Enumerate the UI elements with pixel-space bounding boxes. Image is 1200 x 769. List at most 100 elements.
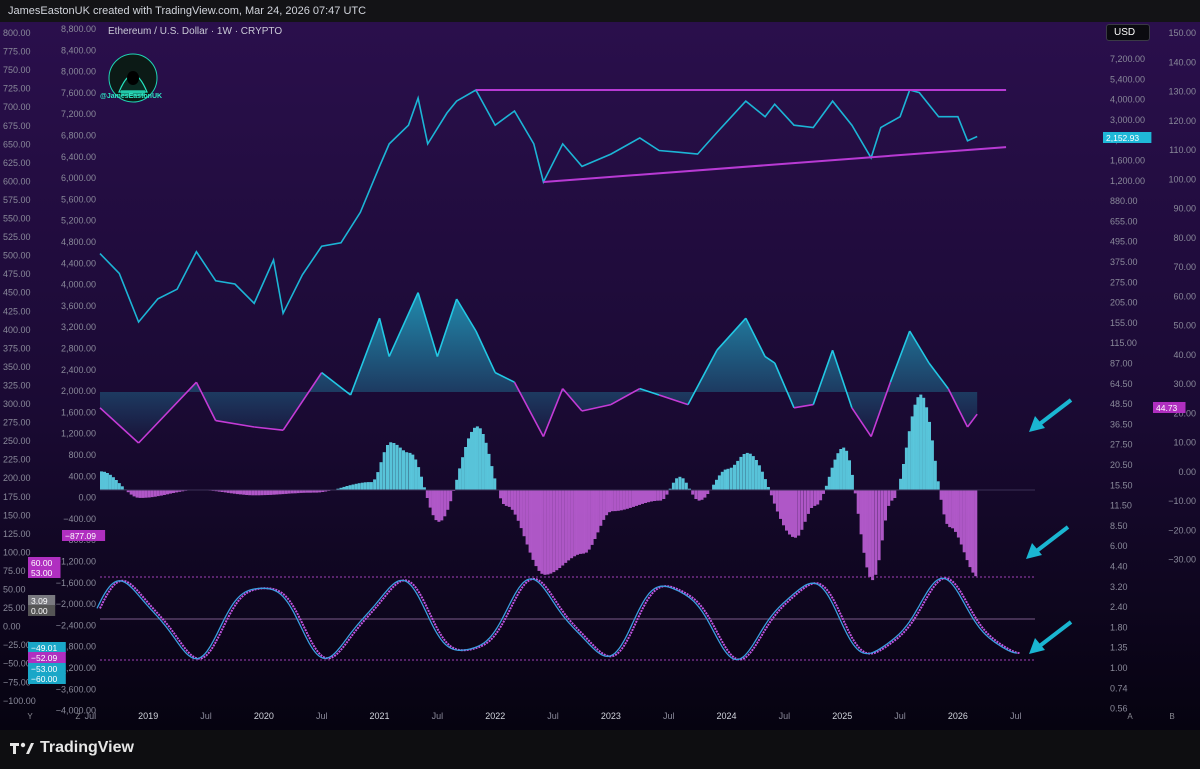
left-axis-b-tick: −1,200.00 — [56, 557, 96, 567]
stoch-value-tag: 60.00 — [31, 558, 53, 568]
right-price-tick: 1,600.00 — [1110, 156, 1145, 166]
histogram-bar — [797, 490, 801, 536]
right-price-tick: 2.40 — [1110, 602, 1128, 612]
left-axis-b-tick: 8,800.00 — [61, 24, 96, 34]
histogram-bar — [948, 490, 952, 528]
histogram-bar — [877, 490, 881, 561]
left-axis-a-tick: 0.00 — [3, 622, 21, 632]
right-price-tick: 11.50 — [1110, 501, 1132, 511]
histogram-bar — [357, 483, 361, 490]
histogram-bar — [745, 452, 749, 490]
histogram-bar — [772, 490, 776, 504]
histogram-bar — [827, 476, 831, 491]
histogram-bar — [839, 449, 843, 490]
histogram-bar — [414, 459, 418, 490]
histogram-bar — [739, 456, 743, 490]
histogram-bar — [464, 447, 468, 490]
histogram-bar — [455, 479, 459, 490]
histogram-bar — [856, 490, 860, 514]
x-axis-tick: Jul — [547, 711, 559, 721]
right-price-tick: 87.00 — [1110, 359, 1133, 369]
histogram-bar — [473, 427, 476, 490]
left-axis-a-tick: 225.00 — [3, 455, 31, 465]
x-axis-tick: 2023 — [601, 711, 621, 721]
right-osc-tick: 100.00 — [1168, 174, 1196, 184]
histogram-bar — [366, 482, 370, 490]
tradingview-logo[interactable]: TradingView — [10, 739, 134, 757]
histogram-bar — [726, 468, 730, 490]
chart-svg[interactable]: 800.00 775.00 750.00 725.00 700.00 675.00 650.… — [0, 22, 1200, 730]
histogram-bar — [507, 490, 511, 507]
histogram-bar — [760, 471, 764, 490]
left-axis-b-tick: −1,600.00 — [56, 578, 96, 588]
right-price-tick: 495.00 — [1110, 237, 1138, 247]
histogram-bar — [890, 490, 894, 501]
histogram-bar — [516, 490, 520, 521]
currency-button[interactable]: USD — [1106, 24, 1150, 41]
histogram-bar — [748, 453, 752, 490]
histogram-bar — [954, 490, 957, 532]
right-price-tick: 205.00 — [1110, 298, 1138, 308]
histogram-bar — [105, 473, 109, 490]
x-axis-tick: Jul — [432, 711, 444, 721]
right-price-tick: 1.00 — [1110, 663, 1128, 673]
histogram-bar — [848, 460, 851, 490]
histogram-bar — [899, 478, 903, 490]
histogram-bar — [100, 471, 103, 490]
histogram-bar — [822, 490, 825, 494]
histogram-bar — [619, 490, 623, 511]
left-axis-b-tick: 2,800.00 — [61, 344, 96, 354]
left-axis-a-tick: 275.00 — [3, 418, 31, 428]
histogram-bar — [715, 479, 718, 490]
histogram-bar — [446, 490, 450, 510]
stoch-value-tag: −49.01 — [31, 643, 58, 653]
histogram-bar — [962, 490, 966, 553]
histogram-bar — [351, 484, 355, 490]
histogram-bar — [132, 490, 136, 497]
scale-button: Y — [27, 712, 33, 721]
histogram-bar — [742, 454, 746, 490]
histogram-bar — [417, 467, 421, 490]
right-price-tick: 7,200.00 — [1110, 54, 1145, 64]
histogram-bar — [613, 490, 617, 512]
histogram-bar — [833, 459, 837, 490]
histogram-bar — [543, 490, 547, 575]
left-axis-b-tick: 2,400.00 — [61, 365, 96, 375]
histogram-bar — [504, 490, 508, 506]
histogram-bar — [555, 490, 559, 571]
histogram-bar — [411, 454, 415, 490]
histogram-bar — [519, 490, 523, 529]
left-axis-a-tick: 125.00 — [3, 529, 31, 539]
left-axis-a-tick: 775.00 — [3, 47, 31, 57]
histogram-bar — [573, 490, 577, 557]
chart-area[interactable]: 800.00 775.00 750.00 725.00 700.00 675.00 650.… — [0, 22, 1200, 730]
right-price-tick: 375.00 — [1110, 257, 1138, 267]
right-osc-tick: 130.00 — [1168, 87, 1196, 97]
histogram-bar — [549, 490, 553, 574]
histogram-bar — [925, 407, 929, 490]
histogram-bar — [842, 447, 846, 490]
histogram-bar — [729, 467, 733, 490]
right-price-tick: 15.50 — [1110, 480, 1133, 490]
histogram-bar — [138, 490, 142, 498]
histogram-bar — [638, 490, 641, 505]
left-axis-a-tick: 425.00 — [3, 306, 31, 316]
left-axis-a-tick: 75.00 — [3, 566, 26, 576]
histogram-bar — [951, 490, 955, 529]
histogram-bar — [434, 490, 438, 521]
histogram-bar — [671, 482, 675, 490]
histogram-bar — [916, 397, 920, 490]
histogram-bar — [266, 490, 270, 495]
histogram-bar — [111, 477, 115, 490]
top-bar: JamesEastonUK created with TradingView.c… — [0, 0, 1200, 22]
histogram-bar — [493, 478, 497, 490]
histogram-bar — [691, 490, 695, 495]
stoch-value-tag: −52.09 — [31, 653, 58, 663]
right-osc-tick: 150.00 — [1168, 28, 1196, 38]
histogram-bar — [788, 490, 791, 535]
histogram-bar — [939, 490, 943, 500]
histogram-bar — [945, 490, 949, 524]
left-axis-b-tick: −2,000.00 — [56, 599, 96, 609]
histogram-bar — [971, 490, 975, 573]
histogram-bar — [893, 490, 897, 498]
